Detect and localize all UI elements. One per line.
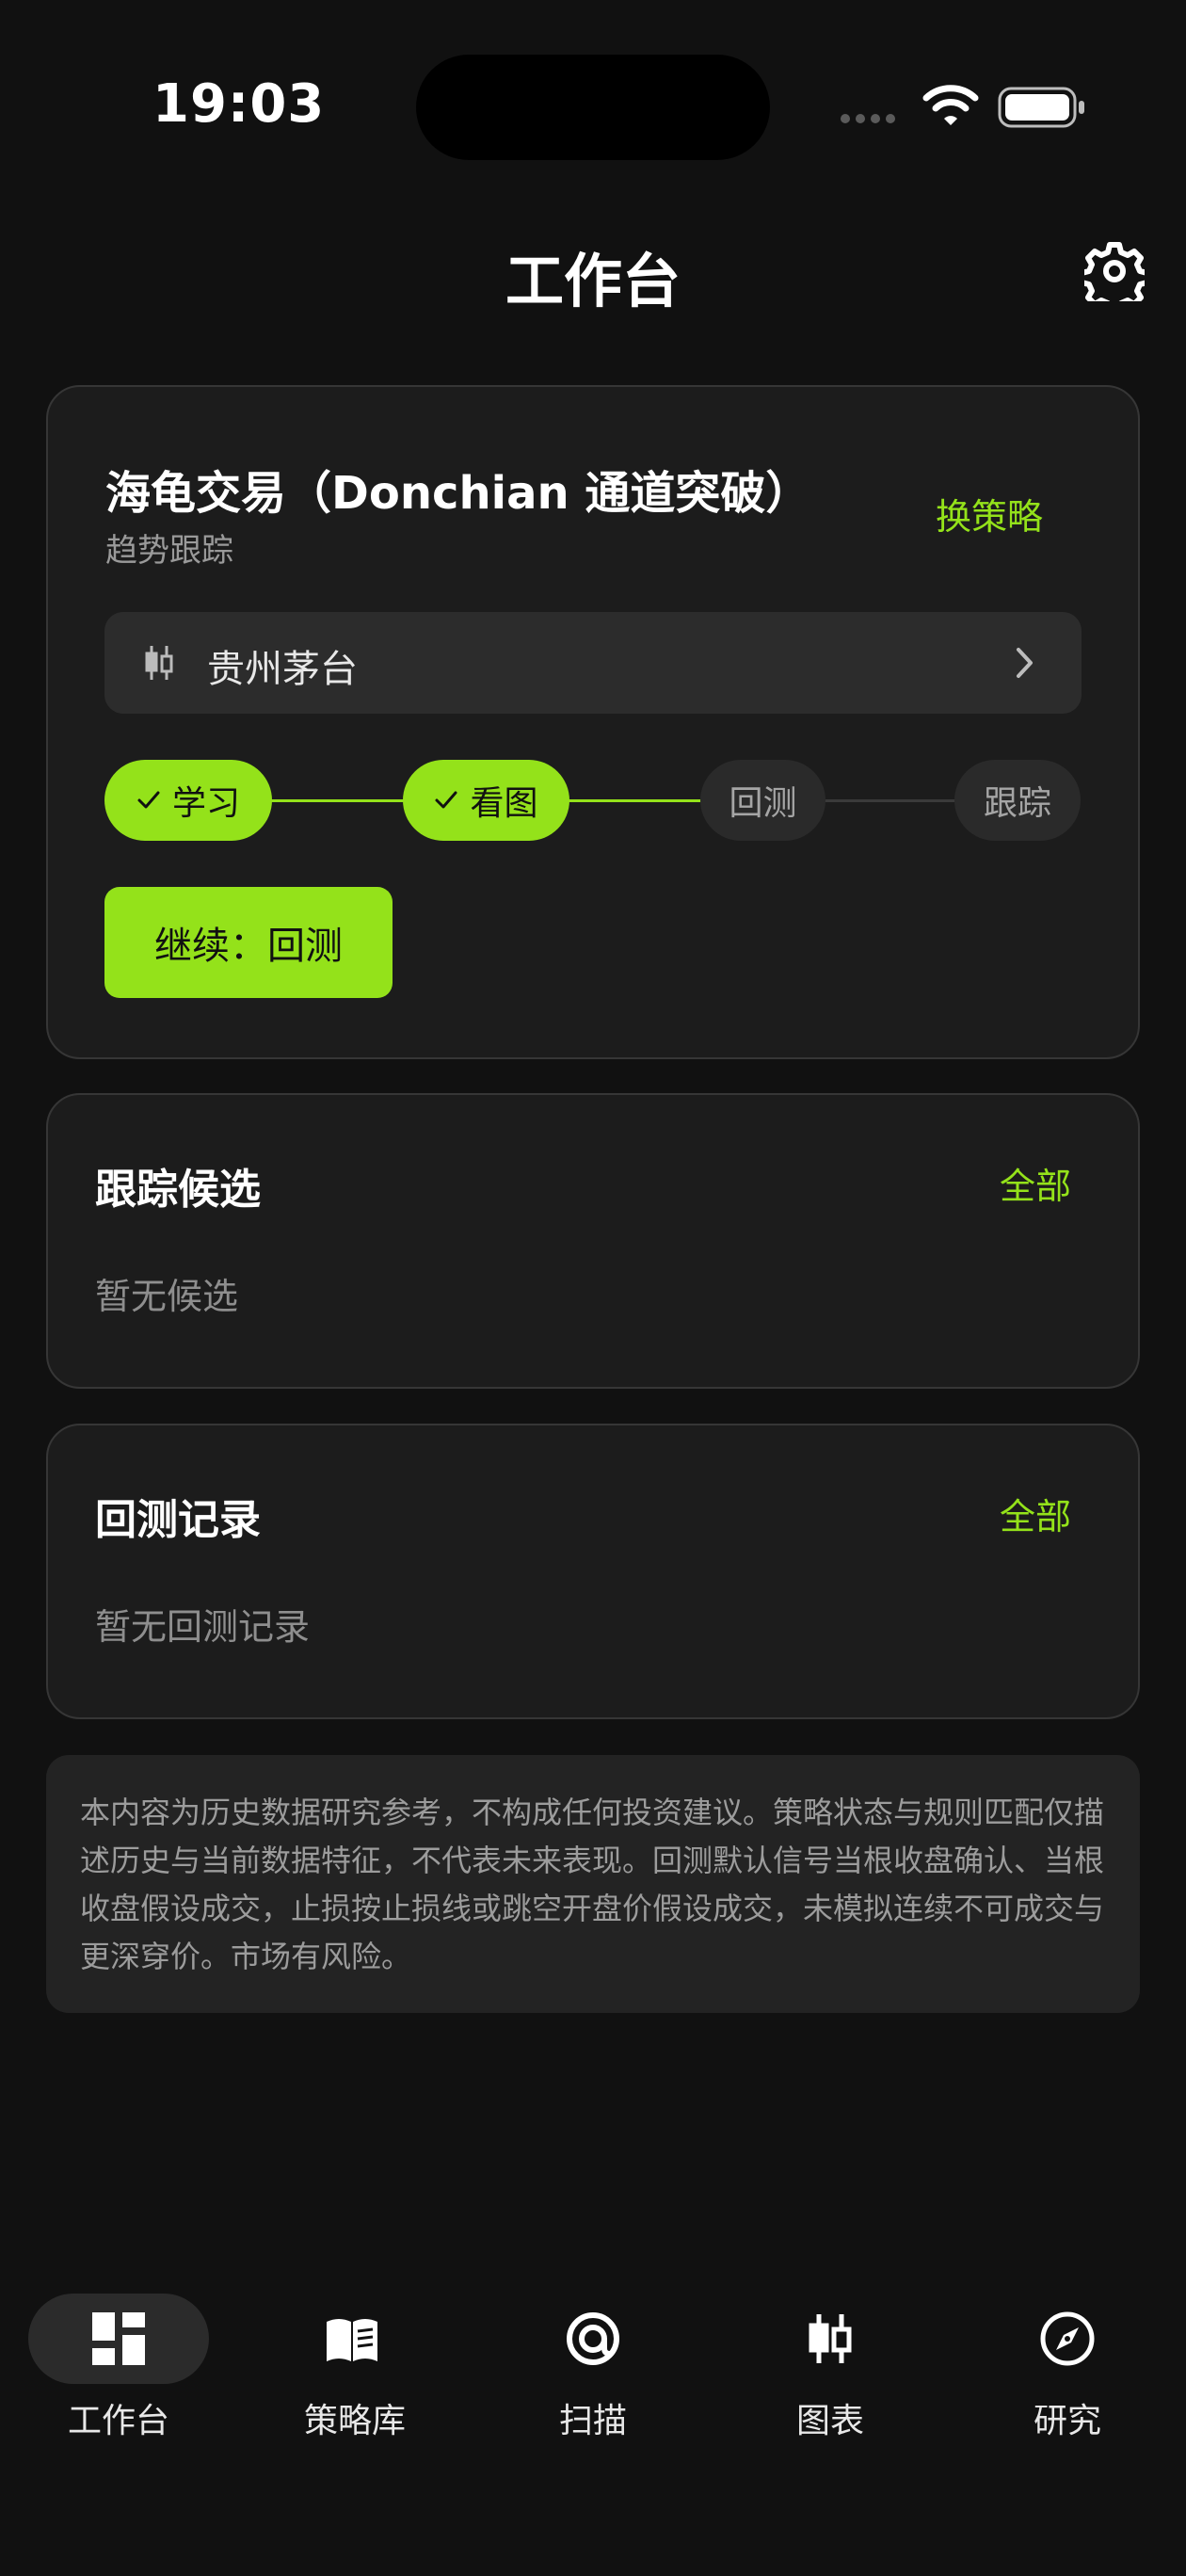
status-time: 19:03 [152,73,326,135]
backtest-empty-text: 暂无回测记录 [95,1606,311,1648]
strategy-title: 海龟交易（Donchian 通道突破） [105,467,811,520]
progress-connector [268,799,405,802]
chevron-right-icon [1017,648,1033,678]
nav-label-strategy-library[interactable]: 策略库 [261,2393,449,2442]
compass-icon[interactable] [1039,2310,1096,2367]
signal-dot [841,114,850,123]
strategy-subtitle: 趋势跟踪 [105,532,233,570]
backtest-title: 回测记录 [95,1496,261,1544]
progress-connector [566,799,703,802]
nav-label-workbench[interactable]: 工作台 [24,2393,213,2442]
battery-icon [998,87,1084,128]
step-learn[interactable]: 学习 [104,760,272,841]
nav-label-chart[interactable]: 图表 [736,2393,924,2442]
step-label: 跟踪 [983,784,1051,823]
check-icon [137,791,160,809]
backtest-all-link[interactable]: 全部 [1000,1488,1071,1539]
candlestick-icon [145,646,173,680]
step-label: 学习 [171,784,240,823]
continue-button[interactable]: 继续：回测 [104,887,393,998]
nav-label-scan[interactable]: 扫描 [499,2393,687,2442]
scan-icon[interactable] [565,2310,621,2367]
dashboard-icon[interactable] [90,2310,147,2367]
step-track[interactable]: 跟踪 [954,760,1081,841]
step-label: 看图 [470,784,538,823]
signal-dot [871,114,880,123]
backtest-card [46,1424,1140,1719]
book-icon[interactable] [324,2310,380,2367]
signal-dot [856,114,865,123]
progress-connector [822,799,957,802]
step-label: 回测 [729,784,797,823]
tracking-card [46,1093,1140,1389]
tracking-empty-text: 暂无候选 [95,1276,239,1317]
step-backtest[interactable]: 回测 [700,760,825,841]
disclaimer: 本内容为历史数据研究参考，不构成任何投资建议。策略状态与规则匹配仅描述历史与当前… [46,1755,1140,2013]
dynamic-island [416,55,770,160]
swap-strategy-link[interactable]: 换策略 [936,488,1043,539]
stock-name: 贵州茅台 [207,648,358,691]
tracking-title: 跟踪候选 [95,1166,261,1214]
signal-dot [886,114,895,123]
candlestick-icon[interactable] [802,2310,858,2367]
nav-label-research[interactable]: 研究 [973,2393,1162,2442]
step-chart[interactable]: 看图 [403,760,569,841]
tracking-all-link[interactable]: 全部 [1000,1157,1071,1209]
check-icon [435,791,457,809]
gear-icon[interactable] [1084,241,1145,301]
wifi-icon [922,85,979,125]
page-title: 工作台 [505,247,681,315]
